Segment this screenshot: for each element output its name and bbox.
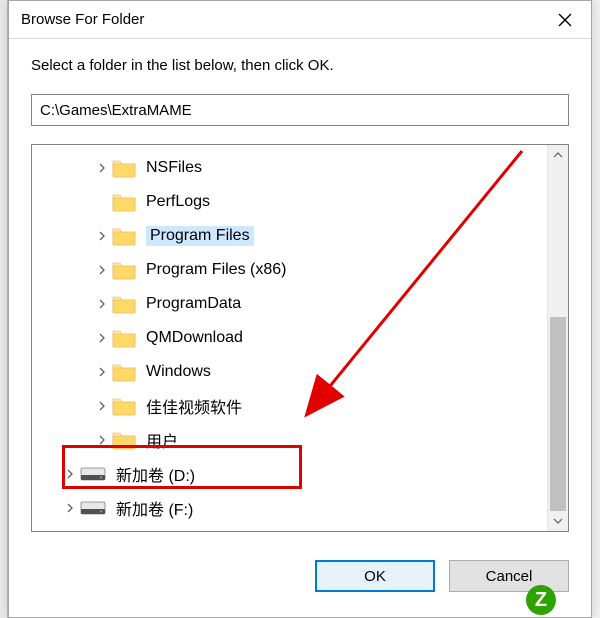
tree-item[interactable]: 用户 xyxy=(32,423,547,457)
tree-item-label: 新加卷 (F:) xyxy=(116,496,193,520)
tree-item[interactable]: QMDownload xyxy=(32,321,547,355)
tree-item-label: 佳佳视频软件 xyxy=(146,394,242,418)
scroll-down-button[interactable] xyxy=(548,511,568,531)
browse-folder-dialog: Browse For Folder Select a folder in the… xyxy=(8,0,592,618)
tree-item[interactable]: 新加卷 (D:) xyxy=(32,457,547,491)
watermark-logo: Z xyxy=(526,585,556,615)
chevron-right-icon[interactable] xyxy=(92,401,112,411)
folder-tree-container: NSFiles PerfLogs Program Files Program File… xyxy=(31,144,569,532)
dialog-buttons: OK Cancel xyxy=(9,542,591,592)
chevron-right-icon[interactable] xyxy=(92,163,112,173)
tree-item-label: Program Files xyxy=(146,226,254,246)
scroll-up-button[interactable] xyxy=(548,145,568,165)
folder-icon xyxy=(112,362,136,382)
ok-button[interactable]: OK xyxy=(315,560,435,592)
tree-item[interactable]: ProgramData xyxy=(32,287,547,321)
tree-item[interactable]: Program Files (x86) xyxy=(32,253,547,287)
instruction-text: Select a folder in the list below, then … xyxy=(31,57,569,74)
path-input[interactable] xyxy=(31,94,569,126)
chevron-right-icon[interactable] xyxy=(60,469,80,479)
chevron-right-icon[interactable] xyxy=(92,299,112,309)
tree-item-label: Windows xyxy=(146,363,211,381)
tree-item[interactable]: PerfLogs xyxy=(32,185,547,219)
close-icon xyxy=(558,13,572,27)
drive-icon xyxy=(80,467,106,481)
watermark: Z xyxy=(526,582,600,618)
chevron-right-icon[interactable] xyxy=(92,435,112,445)
scrollbar[interactable] xyxy=(547,145,568,531)
tree-item-label: ProgramData xyxy=(146,295,241,313)
titlebar: Browse For Folder xyxy=(9,1,591,39)
folder-icon xyxy=(112,158,136,178)
folder-icon xyxy=(112,192,136,212)
dialog-content: Select a folder in the list below, then … xyxy=(9,39,591,542)
folder-icon xyxy=(112,328,136,348)
tree-item[interactable]: Windows xyxy=(32,355,547,389)
chevron-right-icon[interactable] xyxy=(92,367,112,377)
folder-icon xyxy=(112,430,136,450)
chevron-right-icon[interactable] xyxy=(92,333,112,343)
folder-icon xyxy=(112,260,136,280)
tree-item[interactable]: 新加卷 (F:) xyxy=(32,491,547,525)
drive-icon xyxy=(80,501,106,515)
tree-item-label: NSFiles xyxy=(146,159,202,177)
chevron-right-icon[interactable] xyxy=(60,503,80,513)
scroll-thumb[interactable] xyxy=(550,317,566,511)
tree-item-label: 用户 xyxy=(146,428,178,452)
tree-item[interactable]: Program Files xyxy=(32,219,547,253)
chevron-right-icon[interactable] xyxy=(92,265,112,275)
tree-item-label: QMDownload xyxy=(146,329,243,347)
folder-icon xyxy=(112,294,136,314)
tree-item-label: PerfLogs xyxy=(146,193,210,211)
dialog-title: Browse For Folder xyxy=(21,11,539,28)
tree-item-label: Program Files (x86) xyxy=(146,261,286,279)
folder-tree[interactable]: NSFiles PerfLogs Program Files Program File… xyxy=(32,145,547,531)
folder-icon xyxy=(112,226,136,246)
tree-item-label: 新加卷 (D:) xyxy=(116,462,195,486)
chevron-right-icon[interactable] xyxy=(92,231,112,241)
close-button[interactable] xyxy=(539,1,591,38)
chevron-down-icon xyxy=(553,516,563,526)
folder-icon xyxy=(112,396,136,416)
chevron-up-icon xyxy=(553,150,563,160)
tree-item[interactable]: NSFiles xyxy=(32,151,547,185)
tree-item[interactable]: 佳佳视频软件 xyxy=(32,389,547,423)
background-edge xyxy=(0,0,8,618)
